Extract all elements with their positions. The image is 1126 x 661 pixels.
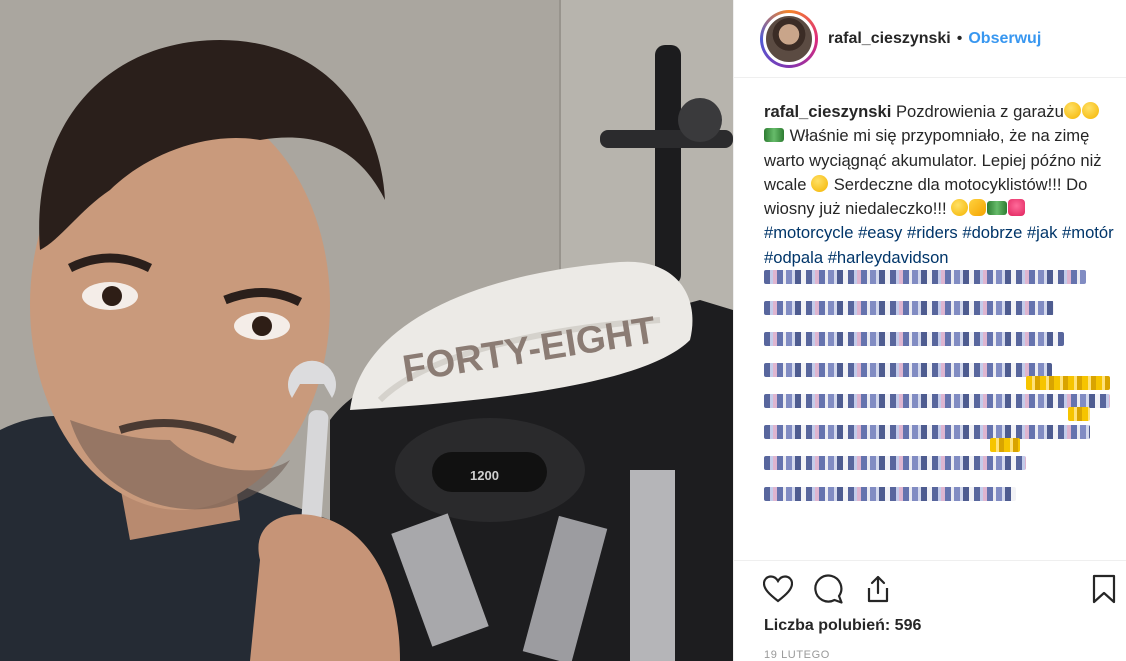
censored-line — [764, 487, 1016, 501]
wink-emoji-icon — [811, 174, 829, 192]
post-photo[interactable]: FORTY-EIGHT 1200 — [0, 0, 733, 661]
censored-comments — [764, 270, 1114, 518]
kiss-emoji-icon — [1081, 102, 1099, 119]
action-icons — [760, 571, 1116, 607]
header-username[interactable]: rafal_cieszynski — [828, 30, 951, 48]
post-header: rafal_cieszynski • Obserwuj — [734, 0, 1126, 78]
heart-emoji-icon — [1008, 199, 1026, 217]
caption-text-1: Pozdrowienia z garażu — [895, 102, 1064, 121]
hashtag[interactable]: #harleydavidson — [828, 248, 949, 267]
censored-line — [764, 363, 1052, 377]
censored-line — [764, 301, 1054, 315]
censored-line — [764, 270, 1086, 284]
likes-count[interactable]: Liczba polubień: 596 — [764, 617, 921, 635]
share-icon[interactable] — [860, 571, 896, 607]
caption-username[interactable]: rafal_cieszynski — [764, 102, 891, 121]
censored-line — [764, 425, 1090, 439]
censored-line — [764, 394, 1110, 408]
hashtag[interactable]: #easy — [858, 223, 902, 242]
post-actions: Liczba polubień: 596 19 LUTEGO — [734, 560, 1126, 661]
motorcycle-emoji-icon — [987, 201, 1008, 216]
motorcycle-emoji-icon — [764, 128, 784, 143]
post-side-panel: rafal_cieszynski • Obserwuj rafal_cieszy… — [733, 0, 1126, 661]
heart-icon[interactable] — [760, 571, 796, 607]
header-separator: • — [956, 29, 963, 47]
follow-button[interactable]: Obserwuj — [968, 30, 1041, 48]
hashtag[interactable]: #motór — [1062, 223, 1114, 242]
censored-emoji — [1068, 407, 1090, 421]
post-caption: rafal_cieszynski Pozdrowienia z garażu W… — [764, 100, 1114, 270]
bookmark-icon[interactable] — [1086, 571, 1122, 607]
hashtag[interactable]: #motorcycle — [764, 223, 853, 242]
photo-illustration: FORTY-EIGHT 1200 — [0, 0, 733, 661]
comment-icon[interactable] — [810, 571, 846, 607]
hashtag[interactable]: #riders — [907, 223, 958, 242]
censored-line — [764, 332, 1064, 346]
hashtag[interactable]: #odpala — [764, 248, 823, 267]
hashtag[interactable]: #dobrze — [962, 223, 1022, 242]
post-date[interactable]: 19 LUTEGO — [764, 649, 830, 661]
grin-emoji-icon — [951, 199, 969, 217]
censored-emoji — [990, 438, 1020, 452]
engine-text: 1200 — [470, 468, 499, 483]
flexed-biceps-emoji-icon — [969, 199, 987, 217]
censored-emoji — [1026, 376, 1110, 390]
censored-line — [764, 456, 1026, 470]
avatar[interactable] — [760, 9, 818, 68]
grin-emoji-icon — [1063, 102, 1081, 119]
hashtag[interactable]: #jak — [1027, 223, 1057, 242]
